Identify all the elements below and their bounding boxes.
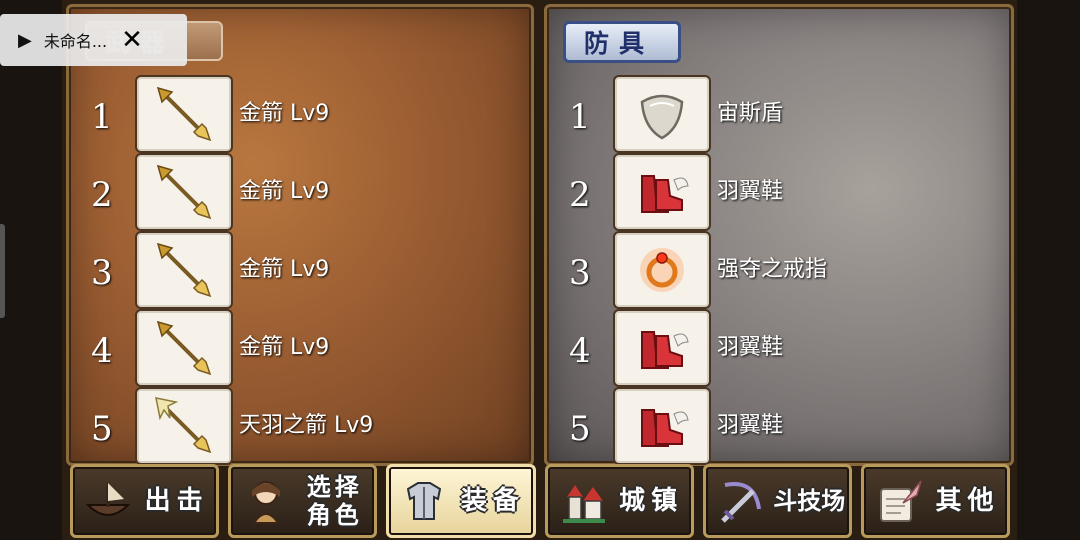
overlay-title: 未命名... <box>43 32 108 51</box>
nav-sortie-button[interactable]: 出击 <box>70 464 220 538</box>
armor-slot-4[interactable]: 4 羽翼鞋 <box>547 311 1011 385</box>
scroll-quill-icon <box>870 472 928 530</box>
nav-label: 选择 角色 <box>295 473 374 529</box>
shield-icon <box>615 77 709 151</box>
side-edge-tab[interactable] <box>0 224 5 318</box>
bottom-nav: 出击 选择 角色 装备 城镇 斗技场 其他 <box>70 464 1011 538</box>
golden-arrow-icon <box>137 233 231 307</box>
nav-label: 其他 <box>935 486 1000 516</box>
nav-arena-button[interactable]: 斗技场 <box>702 464 852 538</box>
slot-number: 5 <box>569 409 591 449</box>
castle-icon <box>554 472 612 530</box>
armor-slot-3[interactable]: 3 强夺之戒指 <box>547 233 1011 307</box>
slot-number: 2 <box>569 175 591 215</box>
golden-arrow-icon <box>137 155 231 229</box>
golden-arrow-icon <box>137 311 231 385</box>
armor-panel: 防具 1 宙斯盾 2 羽翼鞋 3 强夺之戒指 4 羽翼鞋 5 羽翼鞋 <box>544 4 1014 466</box>
media-overlay[interactable]: ▶ 未命名... ✕ <box>0 14 187 66</box>
nav-select-character-button[interactable]: 选择 角色 <box>228 464 378 538</box>
slot-number: 4 <box>569 331 591 371</box>
weapon-name: 金箭 Lv9 <box>239 335 330 360</box>
slot-number: 1 <box>569 97 591 137</box>
character-icon <box>237 472 295 530</box>
slot-number: 2 <box>91 175 113 215</box>
nav-label: 出击 <box>144 486 209 516</box>
armor-title: 防具 <box>563 21 681 63</box>
armor-name: 羽翼鞋 <box>717 335 784 360</box>
weapon-slot-1[interactable]: 1 金箭 Lv9 <box>69 77 531 151</box>
weapon-name: 金箭 Lv9 <box>239 101 330 126</box>
slot-number: 1 <box>91 97 113 137</box>
armor-name: 羽翼鞋 <box>717 413 784 438</box>
weapon-name: 天羽之箭 Lv9 <box>239 413 374 438</box>
slot-number: 3 <box>569 253 591 293</box>
weapons-panel: 武器 1 金箭 Lv9 2 金箭 Lv9 3 金箭 Lv9 4 <box>66 4 534 466</box>
game-screen: 武器 1 金箭 Lv9 2 金箭 Lv9 3 金箭 Lv9 4 <box>62 0 1017 540</box>
armor-name: 宙斯盾 <box>717 101 784 126</box>
armor-name: 羽翼鞋 <box>717 179 784 204</box>
nav-equip-button[interactable]: 装备 <box>386 464 536 538</box>
nav-label: 斗技场 <box>773 487 846 515</box>
nav-other-button[interactable]: 其他 <box>860 464 1011 538</box>
nav-town-button[interactable]: 城镇 <box>544 464 694 538</box>
slot-number: 4 <box>91 331 113 371</box>
ship-icon <box>79 472 137 530</box>
slot-number: 3 <box>91 253 113 293</box>
winged-boots-icon <box>615 389 709 463</box>
nav-label: 装备 <box>460 486 525 516</box>
weapon-slot-2[interactable]: 2 金箭 Lv9 <box>69 155 531 229</box>
weapon-slot-3[interactable]: 3 金箭 Lv9 <box>69 233 531 307</box>
armor-slot-1[interactable]: 1 宙斯盾 <box>547 77 1011 151</box>
sword-scythe-icon <box>712 472 770 530</box>
nav-label-line: 选择 <box>306 473 363 501</box>
armor-name: 强夺之戒指 <box>717 257 828 282</box>
play-icon[interactable]: ▶ <box>18 30 32 51</box>
weapon-name: 金箭 Lv9 <box>239 257 330 282</box>
golden-arrow-icon <box>137 77 231 151</box>
feather-arrow-icon <box>137 389 231 463</box>
armor-icon <box>395 472 453 530</box>
armor-slot-2[interactable]: 2 羽翼鞋 <box>547 155 1011 229</box>
armor-slot-5[interactable]: 5 羽翼鞋 <box>547 389 1011 463</box>
weapon-name: 金箭 Lv9 <box>239 179 330 204</box>
close-icon[interactable]: ✕ <box>121 25 143 55</box>
weapon-slot-4[interactable]: 4 金箭 Lv9 <box>69 311 531 385</box>
slot-number: 5 <box>91 409 113 449</box>
nav-label: 城镇 <box>619 486 684 516</box>
winged-boots-icon <box>615 155 709 229</box>
winged-boots-icon <box>615 311 709 385</box>
ring-icon <box>615 233 709 307</box>
nav-label-line: 角色 <box>306 501 363 529</box>
weapon-slot-5[interactable]: 5 天羽之箭 Lv9 <box>69 389 531 463</box>
